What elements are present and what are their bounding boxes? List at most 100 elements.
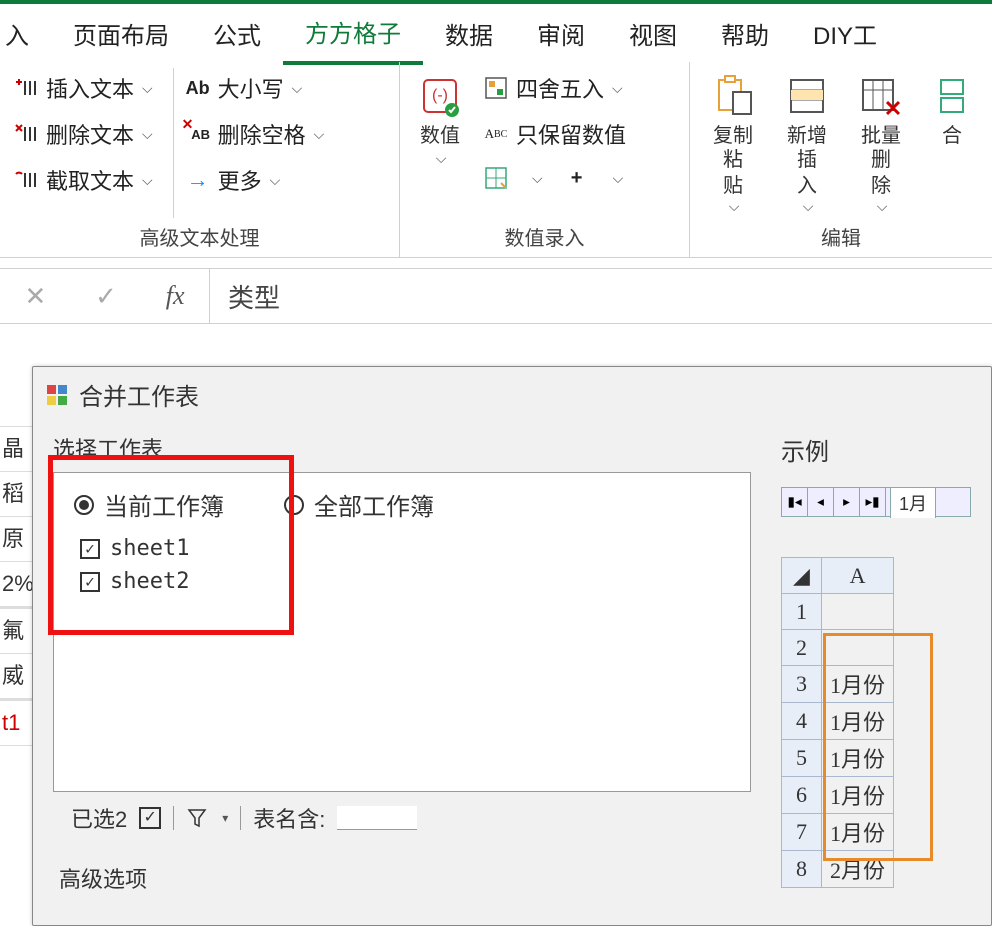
advanced-options-label[interactable]: 高级选项 — [53, 862, 751, 894]
tab-formulas[interactable]: 公式 — [191, 4, 283, 63]
name-contains-input[interactable] — [337, 806, 417, 830]
keep-values-icon: ABC — [482, 120, 510, 148]
cell[interactable]: 1月份 — [822, 740, 894, 777]
cell[interactable]: 1月份 — [822, 703, 894, 740]
batch-delete-button[interactable]: 批量删 除 ⌵ — [846, 68, 916, 217]
nav-prev-icon[interactable]: ◂ — [808, 488, 834, 516]
cell[interactable]: 2月份 — [822, 851, 894, 888]
chevron-down-icon: ⌵ — [532, 170, 543, 187]
select-all-checkbox[interactable] — [139, 807, 161, 829]
tab-page-layout[interactable]: 页面布局 — [51, 4, 191, 63]
accept-icon[interactable]: ✓ — [95, 281, 117, 312]
tab-help[interactable]: 帮助 — [699, 4, 791, 63]
nav-last-icon[interactable]: ▸▮ — [860, 488, 886, 516]
row-header[interactable]: 7 — [782, 814, 822, 851]
checkbox-checked-icon — [80, 539, 100, 559]
row-header[interactable]: 5 — [782, 740, 822, 777]
corner-cell[interactable]: ◢ — [782, 558, 822, 594]
insert-text-button[interactable]: 插入文本 ⌵ — [8, 68, 157, 108]
dialog-title: 合并工作表 — [79, 377, 199, 412]
numeric-icon: (-) — [414, 70, 466, 122]
insert-icon — [781, 70, 833, 122]
extract-text-label: 截取文本 — [46, 164, 134, 196]
row-header[interactable]: 6 — [782, 777, 822, 814]
radio-all-workbooks[interactable]: 全部工作簿 — [284, 487, 434, 522]
fx-button[interactable]: fx — [166, 281, 185, 311]
chevron-down-icon: ⌵ — [142, 80, 153, 97]
cell[interactable] — [822, 594, 894, 630]
extract-text-button[interactable]: 截取文本 ⌵ — [8, 160, 157, 200]
copy-paste-l1: 复制粘 — [704, 124, 762, 172]
merge-sheets-dialog: 合并工作表 选择工作表 当前工作簿 全部工作簿 s — [32, 366, 992, 926]
more-button[interactable]: → 更多 ⌵ — [180, 160, 329, 200]
round-button[interactable]: 四舍五入 ⌵ — [478, 68, 630, 108]
checkbox-checked-icon — [80, 572, 100, 592]
checkbox-sheet2[interactable]: sheet2 — [54, 565, 750, 598]
plus-icon: + — [563, 164, 591, 192]
delete-text-label: 删除文本 — [46, 118, 134, 150]
tab-fangfang[interactable]: 方方格子 — [283, 2, 423, 65]
keep-values-button[interactable]: ABC 只保留数值 — [478, 114, 630, 154]
checkbox-sheet1[interactable]: sheet1 — [54, 532, 750, 565]
tab-view[interactable]: 视图 — [607, 4, 699, 63]
radio-checked-icon — [74, 495, 94, 515]
case-icon: Ab — [184, 74, 212, 102]
row-header[interactable]: 8 — [782, 851, 822, 888]
row-header[interactable]: 4 — [782, 703, 822, 740]
delete-text-button[interactable]: 删除文本 ⌵ — [8, 114, 157, 154]
input-tools-button[interactable]: ⌵ + ⌵ — [478, 160, 630, 196]
example-table: ◢A 1 2 31月份 41月份 51月份 61月份 71月份 82月份 — [781, 557, 894, 888]
row-header[interactable]: 2 — [782, 630, 822, 666]
chevron-down-icon: ⌵ — [725, 198, 743, 215]
col-header-a[interactable]: A — [822, 558, 894, 594]
insert-l1: 新增插 — [778, 124, 836, 172]
name-contains-label: 表名含: — [253, 802, 325, 834]
cell[interactable] — [822, 630, 894, 666]
tab-data[interactable]: 数据 — [423, 4, 515, 63]
chevron-down-icon: ⌵ — [612, 80, 623, 97]
copy-paste-button[interactable]: 复制粘 贴 ⌵ — [698, 68, 768, 217]
table-icon — [482, 164, 510, 192]
merge-button-partial[interactable]: 合 — [920, 68, 984, 152]
radio-all-label: 全部工作簿 — [314, 487, 434, 522]
sheet-select-panel: 当前工作簿 全部工作簿 sheet1 sheet2 — [53, 472, 751, 792]
cancel-icon[interactable]: ✕ — [24, 281, 46, 312]
numeric-button[interactable]: (-) 数值 ⌵ — [408, 68, 472, 169]
case-button[interactable]: Ab 大小写 ⌵ — [180, 68, 329, 108]
insert-button[interactable]: 新增插 入 ⌵ — [772, 68, 842, 217]
batch-delete-l1: 批量删 — [852, 124, 910, 172]
chevron-down-icon: ⌵ — [873, 198, 891, 215]
tab-diy[interactable]: DIY工 — [791, 4, 899, 63]
cell[interactable]: 1月份 — [822, 666, 894, 703]
round-label: 四舍五入 — [516, 72, 604, 104]
formula-input[interactable]: 类型 — [210, 278, 280, 315]
delete-spaces-icon: ✕ AB — [184, 120, 212, 148]
copy-paste-l2: 贴 — [723, 174, 743, 198]
extract-text-icon — [12, 166, 40, 194]
selected-count: 已选2 — [71, 802, 127, 834]
chevron-down-icon: ⌵ — [314, 126, 325, 143]
ribbon-tabs: 入 页面布局 公式 方方格子 数据 审阅 视图 帮助 DIY工 — [0, 4, 992, 62]
example-sheet-tab[interactable]: 1月 — [890, 487, 936, 518]
sheet1-label: sheet1 — [110, 536, 189, 561]
nav-first-icon[interactable]: ▮◂ — [782, 488, 808, 516]
cell[interactable]: 1月份 — [822, 814, 894, 851]
radio-current-workbook[interactable]: 当前工作簿 — [74, 487, 224, 522]
group-text-processing-label: 高级文本处理 — [8, 218, 391, 255]
cell[interactable]: 1月份 — [822, 777, 894, 814]
chevron-down-icon: ⌵ — [613, 170, 624, 187]
filter-icon[interactable] — [186, 807, 208, 829]
delete-spaces-button[interactable]: ✕ AB 删除空格 ⌵ — [180, 114, 329, 154]
insert-text-label: 插入文本 — [46, 72, 134, 104]
chevron-down-icon: ⌵ — [142, 172, 153, 189]
dialog-app-icon — [45, 383, 69, 407]
tab-insert-partial[interactable]: 入 — [0, 4, 51, 63]
row-header[interactable]: 3 — [782, 666, 822, 703]
numeric-label: 数值 — [420, 124, 460, 148]
arrow-right-icon: → — [184, 166, 212, 194]
chevron-down-icon: ⌵ — [270, 172, 281, 189]
tab-review[interactable]: 审阅 — [515, 4, 607, 63]
sheet2-label: sheet2 — [110, 569, 189, 594]
row-header[interactable]: 1 — [782, 594, 822, 630]
nav-next-icon[interactable]: ▸ — [834, 488, 860, 516]
